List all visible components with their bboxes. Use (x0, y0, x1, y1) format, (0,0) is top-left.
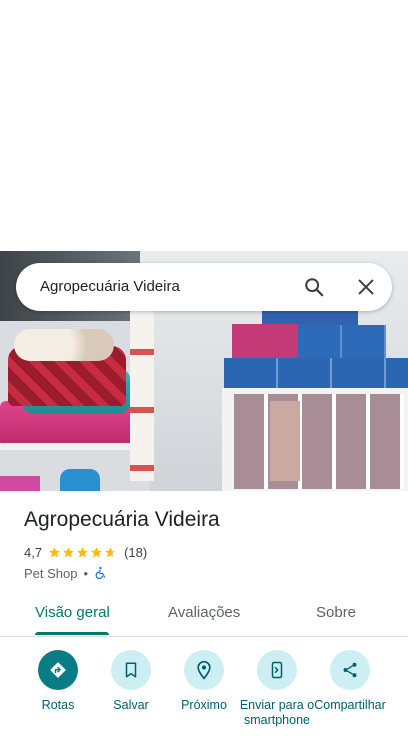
rating-value: 4,7 (24, 544, 43, 560)
close-icon[interactable] (355, 276, 377, 298)
photo-box-pink (232, 324, 298, 358)
search-bar[interactable]: Agropecuária Videira (16, 263, 392, 311)
save-button-circle[interactable] (111, 650, 151, 690)
send-to-phone-button[interactable]: Enviar para o smartphone (237, 648, 317, 728)
star-icon (63, 546, 74, 557)
photo-food-bins (234, 394, 404, 489)
photo-pet-bed-cream (14, 329, 114, 361)
share-button-circle[interactable] (330, 650, 370, 690)
wheelchair-accessible-icon (95, 566, 106, 580)
photo-shelf-board (0, 443, 150, 450)
photo-food-bin (270, 401, 300, 481)
star-icon (91, 546, 102, 557)
send-to-phone-label: Enviar para o smartphone (239, 698, 315, 727)
nearby-button[interactable]: Próximo (164, 648, 244, 713)
photo-boxes-bottom (224, 358, 408, 390)
tab-overview[interactable]: Visão geral (35, 604, 110, 621)
directions-label: Rotas (41, 698, 75, 712)
save-label: Salvar (113, 698, 149, 712)
tab-about[interactable]: Sobre (316, 604, 356, 621)
tab-bar: Visão geral Avaliações Sobre (0, 590, 408, 637)
rating-row[interactable]: 4,7 (18) (24, 543, 147, 561)
category-row: Pet Shop • (24, 564, 108, 582)
star-icon (49, 546, 60, 557)
nearby-icon (197, 660, 211, 680)
save-button[interactable]: Salvar (91, 648, 171, 713)
search-icon[interactable] (303, 276, 325, 298)
separator-dot: • (83, 565, 89, 581)
photo-product-tags (130, 311, 154, 481)
nearby-label: Próximo (181, 698, 227, 712)
reviews-count[interactable]: (18) (124, 545, 147, 560)
photo-boxes-middle (298, 325, 386, 361)
photo-blue-bowl (60, 469, 100, 491)
photo-pink-bowl (0, 476, 40, 491)
blank-map-area (0, 0, 408, 251)
star-icon (77, 546, 88, 557)
tab-active-indicator (35, 632, 109, 635)
directions-button-circle[interactable] (38, 650, 78, 690)
directions-button[interactable]: Rotas (18, 648, 98, 713)
search-query[interactable]: Agropecuária Videira (40, 278, 180, 295)
tab-reviews[interactable]: Avaliações (168, 604, 240, 621)
place-title: Agropecuária Videira (24, 508, 220, 531)
send-to-phone-button-circle[interactable] (257, 650, 297, 690)
rating-stars (48, 546, 118, 559)
send-to-phone-icon (271, 661, 283, 679)
place-category: Pet Shop (24, 565, 78, 581)
star-half-icon (105, 546, 116, 557)
bookmark-icon (125, 662, 137, 678)
share-button[interactable]: Compartilhar (310, 648, 390, 713)
share-icon (343, 662, 357, 678)
action-buttons: Rotas Salvar Próximo Enviar para o smart… (0, 648, 408, 742)
directions-icon (50, 662, 66, 678)
share-label: Compartilhar (314, 698, 386, 712)
nearby-button-circle[interactable] (184, 650, 224, 690)
